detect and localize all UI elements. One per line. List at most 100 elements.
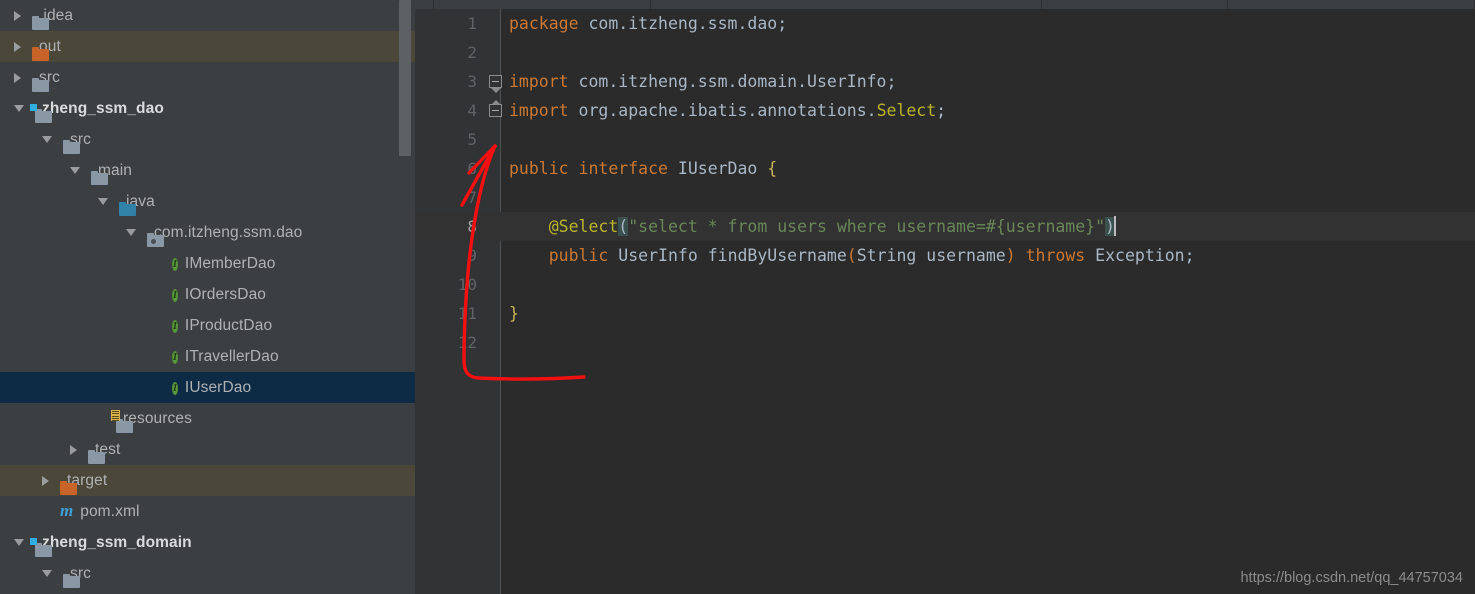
- code-line[interactable]: 2: [415, 38, 1475, 67]
- code-line[interactable]: 6 public interface IUserDao {: [415, 154, 1475, 183]
- tree-item-iordersdao[interactable]: I IOrdersDao: [0, 279, 415, 310]
- line-number: 10: [457, 275, 477, 294]
- code-line[interactable]: 3 import com.itzheng.ssm.domain.UserInfo;: [415, 67, 1475, 96]
- token-matched-paren-open: (: [618, 217, 629, 236]
- chevron-right-icon[interactable]: [70, 444, 77, 455]
- chevron-down-icon[interactable]: [14, 539, 24, 546]
- tree-item-label: ITravellerDao: [184, 347, 279, 365]
- tree-item-pom-xml[interactable]: m pom.xml: [0, 496, 415, 527]
- no-chevron-spacer: [154, 259, 161, 269]
- sidebar-scrollbar-track[interactable]: [399, 0, 411, 594]
- tree-item-label: pom.xml: [80, 502, 140, 520]
- token-interface-name: IUserDao: [667, 159, 768, 178]
- project-tree[interactable]: .idea out src zheng_ssm_dao src main java com.i…: [0, 0, 415, 589]
- token-package-name: com.itzheng.ssm.dao;: [578, 14, 788, 33]
- chevron-down-icon[interactable]: [14, 105, 24, 112]
- token-method-name: findByUsername: [697, 246, 847, 265]
- no-chevron-spacer: [98, 414, 105, 424]
- chevron-down-icon[interactable]: [98, 198, 108, 205]
- tree-item-src[interactable]: src: [0, 62, 415, 93]
- chevron-right-icon[interactable]: [42, 475, 49, 486]
- project-tree-panel[interactable]: .idea out src zheng_ssm_dao src main java com.i…: [0, 0, 415, 594]
- token-keyword: public interface: [509, 159, 668, 178]
- editor-panel[interactable]: 1 package com.itzheng.ssm.dao; 2 3 import co…: [415, 0, 1475, 594]
- chevron-down-icon[interactable]: [126, 229, 136, 236]
- code-line[interactable]: 12: [415, 328, 1475, 357]
- line-number: 4: [467, 101, 477, 120]
- code-lines[interactable]: 1 package com.itzheng.ssm.dao; 2 3 import co…: [415, 9, 1475, 357]
- code-line[interactable]: 4 import org.apache.ibatis.annotations.Se…: [415, 96, 1475, 125]
- intellij-idea-window: .idea out src zheng_ssm_dao src main java com.i…: [0, 0, 1475, 594]
- interface-icon: I: [172, 319, 178, 333]
- code-line[interactable]: 11}: [415, 299, 1475, 328]
- tree-item-target[interactable]: target: [0, 465, 415, 496]
- token-sql-string: "select * from users where username=#{us…: [628, 217, 1106, 236]
- tree-item-iproductdao[interactable]: I IProductDao: [0, 310, 415, 341]
- tab-slot-2[interactable]: [651, 0, 1042, 9]
- code-line[interactable]: 9 public UserInfo findByUsername(String …: [415, 241, 1475, 270]
- tree-item-src[interactable]: src: [0, 124, 415, 155]
- token-import-path: com.itzheng.ssm.domain.UserInfo;: [568, 72, 897, 91]
- code-line[interactable]: 8 @Select("select * from users where use…: [415, 212, 1475, 241]
- token-param-type: String: [856, 246, 917, 265]
- tree-item-iuserdao[interactable]: I IUserDao: [0, 372, 415, 403]
- chevron-right-icon[interactable]: [14, 41, 21, 52]
- sidebar-scrollbar-thumb[interactable]: [399, 0, 411, 156]
- code-text: package com.itzheng.ssm.dao;: [509, 9, 787, 38]
- token-semicolon: ;: [1184, 246, 1195, 265]
- tree-item-label: IUserDao: [184, 378, 252, 396]
- fold-end-icon[interactable]: [489, 100, 504, 119]
- line-number: 1: [467, 14, 477, 33]
- token-annotation: @Select: [509, 217, 619, 236]
- tab-edge-left: [415, 0, 434, 9]
- tab-slot-3[interactable]: [1042, 0, 1228, 9]
- code-text: import com.itzheng.ssm.domain.UserInfo;: [509, 67, 896, 96]
- no-chevron-spacer: [154, 383, 161, 393]
- code-text: public interface IUserDao {: [509, 154, 777, 183]
- tree-item-src[interactable]: src: [0, 558, 415, 589]
- text-caret: [1113, 216, 1116, 236]
- fold-start-icon[interactable]: [489, 75, 504, 93]
- token-keyword: import: [509, 101, 569, 120]
- token-exception-type: Exception: [1095, 246, 1185, 265]
- tree-item-zheng-ssm-dao[interactable]: zheng_ssm_dao: [0, 93, 415, 124]
- tab-slot-1[interactable]: [434, 0, 651, 9]
- no-chevron-spacer: [42, 507, 49, 517]
- code-line[interactable]: 10: [415, 270, 1475, 299]
- line-number: 9: [467, 246, 477, 265]
- code-line[interactable]: 1 package com.itzheng.ssm.dao;: [415, 9, 1475, 38]
- tree-item-test[interactable]: test: [0, 434, 415, 465]
- chevron-down-icon[interactable]: [42, 570, 52, 577]
- token-import-path: org.apache.ibatis.annotations.: [568, 101, 877, 120]
- chevron-down-icon[interactable]: [42, 136, 52, 143]
- code-line[interactable]: 5: [415, 125, 1475, 154]
- line-number: 11: [457, 304, 477, 323]
- tree-item-itravellerdao[interactable]: I ITravellerDao: [0, 341, 415, 372]
- tree-item-java[interactable]: java: [0, 186, 415, 217]
- tree-item-com-itzheng-ssm-dao[interactable]: com.itzheng.ssm.dao: [0, 217, 415, 248]
- tree-item-label: zheng_ssm_domain: [42, 533, 192, 551]
- chevron-down-icon[interactable]: [70, 167, 80, 174]
- code-text: @Select("select * from users where usern…: [509, 212, 1116, 241]
- chevron-right-icon[interactable]: [14, 72, 21, 83]
- watermark-text: https://blog.csdn.net/qq_44757034: [1240, 570, 1463, 586]
- tree-item-zheng-ssm-domain[interactable]: zheng_ssm_domain: [0, 527, 415, 558]
- tree-item-main[interactable]: main: [0, 155, 415, 186]
- tree-item-label: zheng_ssm_dao: [42, 99, 164, 117]
- tree-item--idea[interactable]: .idea: [0, 0, 415, 31]
- tree-item-label: IProductDao: [184, 316, 273, 334]
- tree-item-label: IOrdersDao: [184, 285, 267, 303]
- chevron-right-icon[interactable]: [14, 10, 21, 21]
- tree-item-imemberdao[interactable]: I IMemberDao: [0, 248, 415, 279]
- token-paren-close: ): [1005, 246, 1016, 265]
- token-open-brace: {: [767, 159, 778, 178]
- line-number: 6: [467, 159, 477, 178]
- token-throws-keyword: throws: [1015, 246, 1096, 265]
- code-area[interactable]: 1 package com.itzheng.ssm.dao; 2 3 import co…: [415, 9, 1475, 594]
- tab-slot-4[interactable]: [1228, 0, 1475, 9]
- tree-item-label: IMemberDao: [184, 254, 276, 272]
- tree-item-resources[interactable]: resources: [0, 403, 415, 434]
- code-line[interactable]: 7: [415, 183, 1475, 212]
- token-keyword: public: [509, 246, 619, 265]
- tree-item-out[interactable]: out: [0, 31, 415, 62]
